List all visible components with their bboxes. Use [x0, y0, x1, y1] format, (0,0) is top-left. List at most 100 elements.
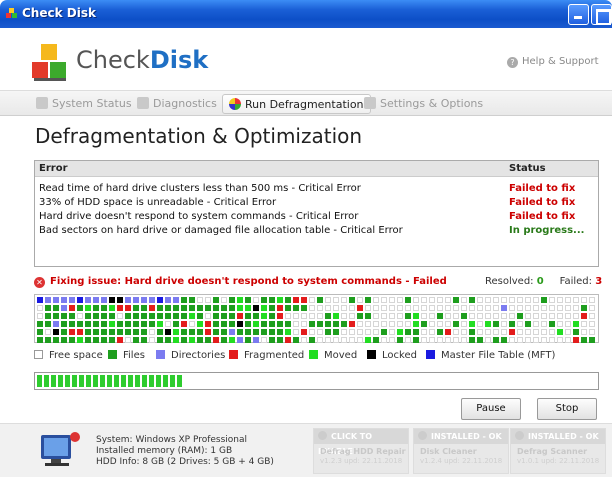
cluster-cell [245, 329, 251, 335]
page-title: Defragmentation & Optimization [35, 124, 363, 148]
cluster-cell [181, 305, 187, 311]
cluster-cell [181, 313, 187, 319]
legend-fragmented: Fragmented [229, 350, 304, 361]
cluster-cell [93, 313, 99, 319]
cluster-cell [213, 321, 219, 327]
cluster-cell [365, 321, 371, 327]
cluster-cell [357, 297, 363, 303]
cluster-cell [181, 337, 187, 343]
product-disk-cleaner[interactable]: INSTALLED - OK Disk Cleaner v1.2.4 upd: … [413, 428, 509, 474]
cluster-cell [229, 305, 235, 311]
cluster-cell [341, 305, 347, 311]
cluster-cell [93, 329, 99, 335]
cluster-cell [533, 337, 539, 343]
cluster-cell [349, 297, 355, 303]
cluster-cell [349, 313, 355, 319]
cluster-cell [285, 337, 291, 343]
cluster-cell [397, 321, 403, 327]
cluster-cell [157, 337, 163, 343]
cluster-cell [229, 321, 235, 327]
cluster-cell [149, 329, 155, 335]
cluster-cell [173, 329, 179, 335]
cluster-cell [341, 297, 347, 303]
cluster-cell [573, 297, 579, 303]
cluster-cell [429, 337, 435, 343]
cluster-cell [293, 313, 299, 319]
cluster-cell [517, 305, 523, 311]
cluster-cell [461, 313, 467, 319]
cluster-cell [573, 305, 579, 311]
main-tabs: System Status Diagnostics Run Defragment… [0, 90, 612, 116]
cluster-cell [117, 297, 123, 303]
legend-directories: Directories [156, 350, 225, 361]
tab-diagnostics[interactable]: Diagnostics [137, 94, 217, 114]
maximize-button[interactable] [591, 4, 612, 25]
cluster-cell [85, 297, 91, 303]
cluster-cell [205, 297, 211, 303]
cluster-cell [101, 337, 107, 343]
stop-button[interactable]: Stop [537, 398, 597, 420]
cluster-cell [269, 297, 275, 303]
tab-system-status[interactable]: System Status [36, 94, 132, 114]
cluster-cell [245, 313, 251, 319]
error-text: Hard drive doesn't respond to system com… [39, 211, 359, 222]
cluster-cell [37, 321, 43, 327]
tab-run-defragmentation[interactable]: Run Defragmentation [222, 94, 371, 114]
cluster-cell [85, 321, 91, 327]
cluster-cell [453, 305, 459, 311]
fixing-status: ✕ Fixing issue: Hard drive doesn't respon… [34, 276, 447, 288]
cluster-cell [133, 313, 139, 319]
cluster-cell [317, 305, 323, 311]
cluster-cell [541, 337, 547, 343]
cluster-cell [453, 313, 459, 319]
cluster-cell [45, 297, 51, 303]
cluster-cell [189, 305, 195, 311]
cluster-cell [341, 337, 347, 343]
system-ram: Installed memory (RAM): 1 GB [96, 446, 233, 456]
cluster-cell [341, 313, 347, 319]
legend-locked: Locked [367, 350, 417, 361]
cluster-cell [349, 329, 355, 335]
minimize-button[interactable] [568, 4, 589, 25]
cluster-cell [445, 337, 451, 343]
tab-settings[interactable]: Settings & Options [364, 94, 483, 114]
cluster-cell [453, 321, 459, 327]
cluster-cell [341, 321, 347, 327]
cluster-cell [437, 321, 443, 327]
cluster-cell [221, 321, 227, 327]
table-row: 33% of HDD space is unreadable - Critica… [35, 197, 598, 211]
cluster-cell [357, 329, 363, 335]
cluster-cell [213, 297, 219, 303]
status-text: In progress... [509, 225, 585, 236]
cluster-cell [293, 321, 299, 327]
cluster-cell [221, 313, 227, 319]
help-link[interactable]: ? Help & Support [507, 56, 598, 68]
product-defrag-scanner[interactable]: INSTALLED - OK Defrag Scanner v1.0.1 upd… [510, 428, 606, 474]
cluster-cell [165, 313, 171, 319]
cluster-cell [53, 297, 59, 303]
cluster-cell [421, 313, 427, 319]
cluster-cell [509, 337, 515, 343]
cluster-cell [309, 297, 315, 303]
cluster-cell [565, 305, 571, 311]
cluster-cell [477, 297, 483, 303]
pause-button[interactable]: Pause [461, 398, 521, 420]
cluster-cell [333, 337, 339, 343]
cluster-cell [101, 321, 107, 327]
cluster-cell [397, 305, 403, 311]
progress-fill [37, 375, 183, 387]
cluster-cell [117, 329, 123, 335]
cluster-cell [573, 313, 579, 319]
cluster-cell [133, 329, 139, 335]
cluster-cell [557, 297, 563, 303]
cluster-cell [229, 329, 235, 335]
cluster-cell [285, 321, 291, 327]
product-defrag-hdd-repair[interactable]: CLICK TO ENABLE Defrag HDD Repair v1.2.3… [313, 428, 409, 474]
cluster-cell [69, 329, 75, 335]
table-row: Read time of hard drive clusters less th… [35, 183, 598, 197]
cluster-map [34, 294, 599, 343]
cluster-cell [437, 313, 443, 319]
cluster-cell [589, 329, 595, 335]
cluster-cell [565, 313, 571, 319]
cluster-cell [565, 329, 571, 335]
